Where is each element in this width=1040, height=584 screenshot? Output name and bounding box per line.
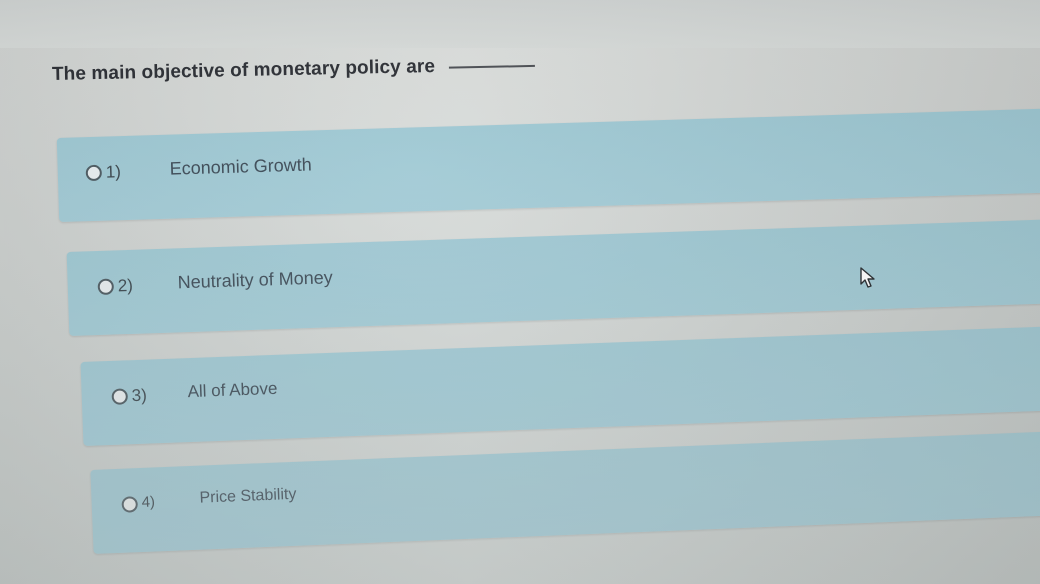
radio-button-icon[interactable]: [121, 496, 139, 513]
option-3[interactable]: 3) All of Above: [80, 326, 1040, 446]
option-number: 2): [117, 275, 134, 296]
option-4[interactable]: 4) Price Stability: [90, 431, 1040, 554]
radio-button-icon[interactable]: [85, 164, 103, 182]
top-band: [0, 0, 1040, 48]
radio-button-icon[interactable]: [111, 388, 129, 405]
option-number: 4): [141, 493, 156, 511]
radio-button-icon[interactable]: [97, 278, 115, 296]
option-label: Neutrality of Money: [177, 267, 333, 293]
option-2[interactable]: 2) Neutrality of Money: [66, 219, 1040, 336]
question-label: The main objective of monetary policy ar…: [51, 55, 436, 85]
option-label: All of Above: [187, 378, 278, 402]
option-label: Price Stability: [199, 485, 297, 507]
option-number: 1): [105, 162, 122, 182]
option-number: 3): [131, 385, 148, 406]
question-text: The main objective of monetary policy ar…: [52, 54, 535, 86]
answer-blank: [448, 63, 535, 69]
option-label: Economic Growth: [169, 154, 313, 179]
mouse-pointer-icon: [860, 267, 875, 288]
quiz-page: The main objective of monetary policy ar…: [0, 0, 1040, 584]
option-1[interactable]: 1) Economic Growth: [56, 108, 1040, 222]
